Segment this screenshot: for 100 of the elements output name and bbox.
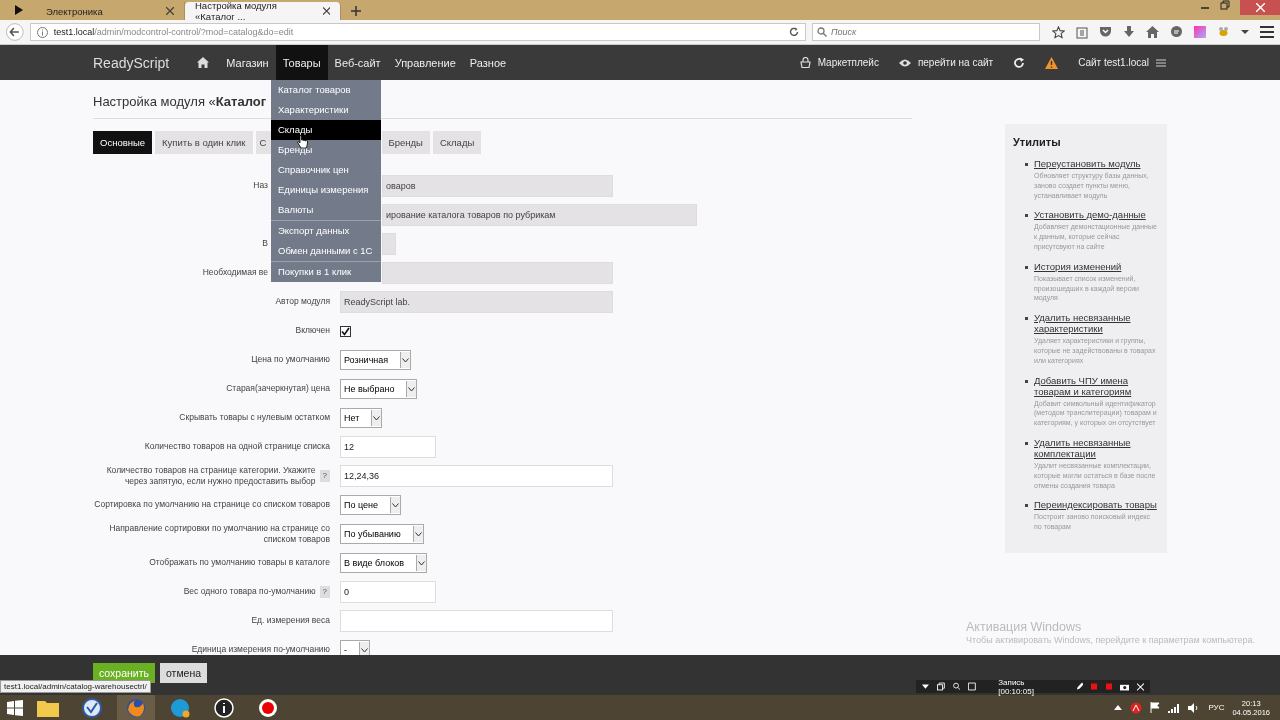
nav-item[interactable]: Магазин [219,45,276,80]
caret-icon [418,560,425,566]
nav-item[interactable]: Веб-сайт [327,45,388,80]
field-label: Необходимая ве [202,267,268,279]
windows-logo-icon[interactable] [7,699,23,716]
hand-cursor-icon [297,135,308,149]
field-label: Вес одного товара по-умолчанию [183,586,316,598]
menu-icon[interactable] [1260,26,1274,38]
home-icon[interactable] [1146,26,1159,38]
menu-icon [1156,58,1166,67]
logo[interactable]: ReadyScript [93,54,170,71]
caret-icon [392,502,399,508]
menu-item[interactable]: Обмен данными с 1С [271,241,381,261]
menu-item[interactable]: Склады [271,120,381,140]
info-icon [36,26,48,38]
network-icon[interactable] [1168,702,1181,713]
restore-icon[interactable] [1220,0,1230,10]
select-field[interactable]: По цене [340,495,401,515]
select-field[interactable]: По убыванию [340,524,424,544]
menu-item[interactable]: Экспорт данных [271,221,381,241]
caret-icon[interactable] [1241,29,1249,35]
marketplace-link[interactable]: Маркетплейс [799,57,879,68]
field-label: Включен [295,325,330,337]
search-icon[interactable] [952,682,961,691]
visit-site-link[interactable]: перейти на сайт [898,57,994,68]
field-label: В [262,238,268,250]
field-label: Количество товаров на одной странице списка [144,441,330,453]
star-icon[interactable] [1052,25,1065,39]
help-button[interactable]: ? [319,585,330,599]
clipboard-icon[interactable] [1076,25,1088,39]
menu-item[interactable]: Характеристики [271,100,381,120]
nav-item[interactable]: Товары [275,45,328,80]
utility-link[interactable]: Удалить несвязанные характеристики [1034,312,1159,335]
select-field[interactable]: Розничная [340,350,412,370]
menu-item[interactable]: Покупки в 1 клик [271,262,381,282]
select-field[interactable]: Нет [340,408,383,428]
utility-link[interactable]: Добавить ЧПУ имена товарам и категориям [1034,374,1159,397]
nav-item[interactable]: Управление [387,45,463,80]
site-menu-link[interactable]: Сайт test1.local [1078,57,1166,68]
chat-icon[interactable] [1170,26,1183,38]
stop-icon[interactable] [1105,683,1112,690]
warning-icon[interactable] [1045,56,1059,69]
close-icon[interactable] [322,7,330,15]
utility-link[interactable]: Установить демо-данные [1034,209,1159,221]
speaker-icon[interactable] [1188,702,1201,713]
download-icon[interactable] [1123,26,1135,38]
menu-item[interactable]: Справочник цен [271,160,381,180]
crop-icon[interactable] [968,682,977,691]
pen-icon[interactable] [1075,682,1084,691]
bullet-icon [1025,504,1028,508]
page-title: Настройка модуля «Каталог [93,94,267,109]
select-field[interactable]: Не выбрано [340,379,418,399]
text-field[interactable]: 12 [340,436,436,458]
refresh-icon[interactable] [1013,56,1026,69]
pocket-icon[interactable] [1099,26,1112,38]
text-field[interactable]: 0 [340,581,436,603]
menu-item[interactable]: Валюты [271,200,381,220]
bullet-icon [1025,379,1028,383]
caret-icon[interactable] [922,683,929,690]
field-label: Цена по умолчанию [251,354,330,366]
cancel-button[interactable]: отмена [159,663,208,683]
caret-icon[interactable] [1114,704,1123,711]
address-field[interactable]: test1.local/admin/modcontrol-control/?mod=catalog&do=edit [29,23,806,41]
search-field[interactable]: Поиск [812,23,1040,41]
settings-tab[interactable]: Основные [93,131,153,154]
caret-icon [361,647,368,653]
new-tab-icon[interactable] [351,6,361,16]
help-button[interactable]: ? [319,469,330,483]
home-icon[interactable] [197,57,210,68]
search-icon [817,27,827,37]
utility-link[interactable]: Переустановить модуль [1034,158,1159,169]
menu-item[interactable]: Бренды [271,140,381,160]
select-field[interactable]: В виде блоков [340,553,427,573]
enabled-checkbox[interactable] [340,325,351,337]
bullet-icon [1025,163,1028,166]
back-icon[interactable] [6,23,24,41]
settings-tab[interactable]: Купить в один клик [155,131,253,154]
camera-icon[interactable] [1119,682,1130,691]
chat-app-icon [170,697,190,718]
utility-link[interactable]: История изменений [1034,260,1159,272]
antivirus-icon[interactable] [1130,701,1143,714]
play-icon[interactable] [14,5,24,15]
windows-icon[interactable] [936,682,945,691]
nav-item[interactable]: Разное [462,45,514,80]
menu-item[interactable]: Каталог товаров [271,80,381,100]
settings-tab[interactable]: Склады [432,131,482,154]
text-field[interactable]: 12,24,36 [340,465,613,487]
close-window-button[interactable] [1240,0,1280,15]
text-field[interactable] [340,610,613,632]
browser-tab[interactable]: Настройка модуля «Каталог ... [185,2,341,20]
select-field[interactable]: - [340,640,370,655]
field-label: Отображать по умолчанию товары в каталоге [149,557,330,569]
flag-icon[interactable] [1150,702,1161,713]
reload-icon[interactable] [789,27,799,37]
settings-tab[interactable]: Бренды [381,131,430,154]
utility-link[interactable]: Переиндексировать товары [1034,499,1159,511]
pause-icon[interactable] [1091,683,1098,690]
menu-item[interactable]: Единицы измерения [271,180,381,200]
language-indicator[interactable]: РУС [1208,703,1225,712]
utility-link[interactable]: Удалить несвязанные комплектации [1034,436,1159,459]
